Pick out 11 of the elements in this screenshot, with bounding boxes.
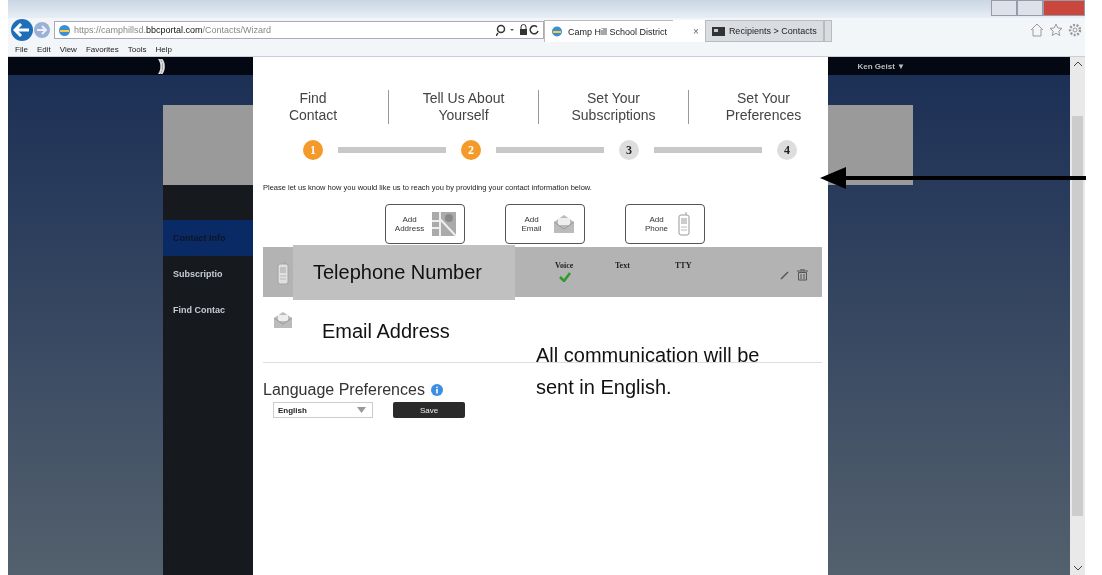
step-number: 3 — [619, 140, 639, 160]
channel-label: Text — [615, 261, 630, 270]
section-title: Language Preferences — [263, 381, 425, 399]
step-number: 2 — [461, 140, 481, 160]
callout-tooltip: Telephone Number — [293, 245, 515, 300]
channel-label: Voice — [555, 261, 574, 270]
channel-label: TTY — [675, 261, 692, 270]
callout-text: Email Address — [322, 320, 450, 343]
step-number: 1 — [303, 140, 323, 160]
step-number: 4 — [777, 140, 797, 160]
callout-note: All communication will be sent in English. — [536, 343, 761, 400]
